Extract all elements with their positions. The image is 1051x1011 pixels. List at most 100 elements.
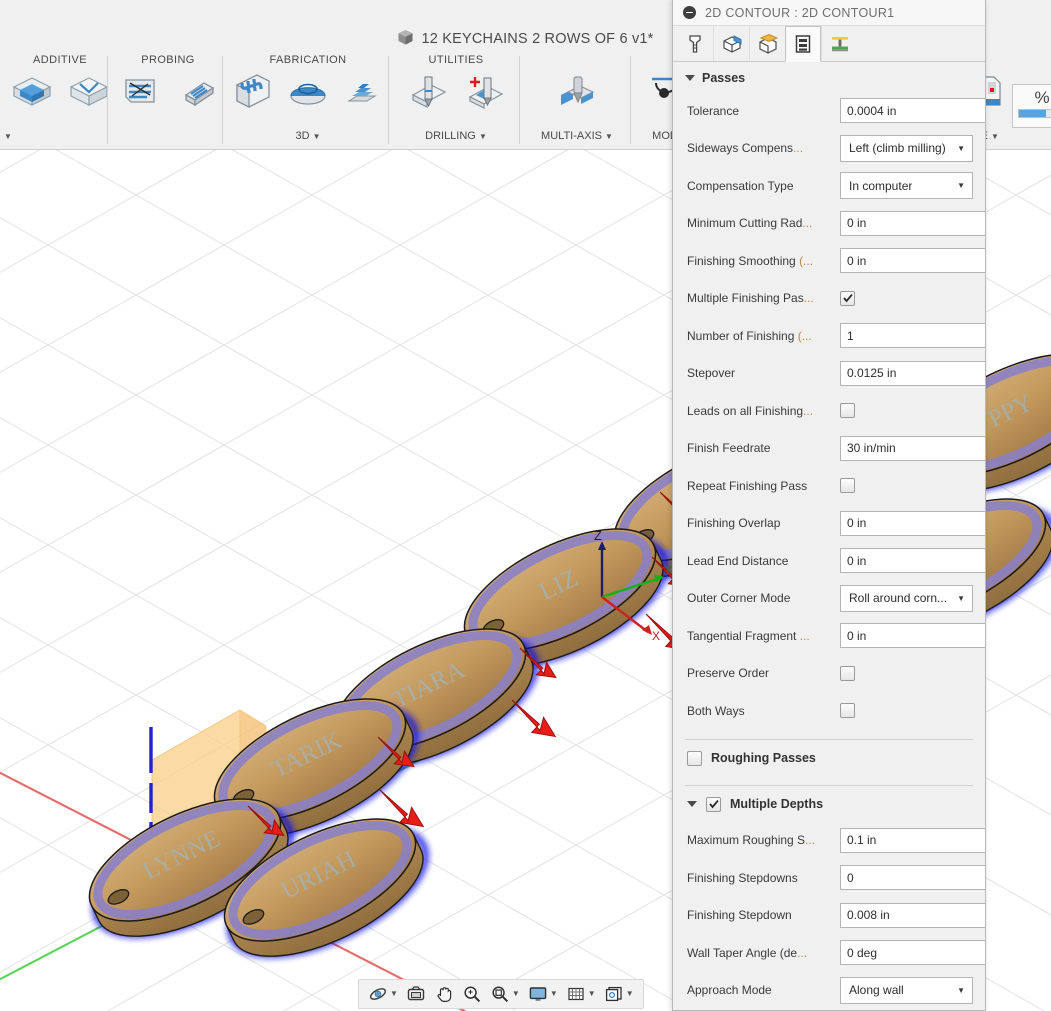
additive-group-dropdown[interactable]: ▼ xyxy=(0,128,120,144)
dialog-titlebar[interactable]: 2D CONTOUR : 2D CONTOUR1 xyxy=(673,0,985,26)
additive-build-button[interactable] xyxy=(5,71,59,116)
dropdown-value: Roll around corn... xyxy=(849,591,947,605)
param-row-finishing-stepdown: Finishing Stepdown▲▼ xyxy=(673,897,985,935)
input-tangential-fragment[interactable] xyxy=(840,623,985,648)
param-field-wrap: Roll around corn...▼ xyxy=(840,585,973,612)
drilling-dropdown[interactable]: DRILLING ▼ xyxy=(392,128,520,144)
dropdown-outer-corner-mode[interactable]: Roll around corn...▼ xyxy=(840,585,973,612)
param-row-finishing-stepdowns: Finishing Stepdowns▲▼ xyxy=(673,859,985,897)
tab-linking[interactable] xyxy=(821,26,857,61)
feed-percent-widget[interactable]: % xyxy=(1012,84,1051,128)
multiple-depths-group[interactable]: Multiple Depths xyxy=(673,786,985,822)
grid-snaps-button[interactable]: ▼ xyxy=(563,982,599,1006)
orbit-icon xyxy=(368,984,388,1004)
display-settings-button[interactable]: ▼ xyxy=(525,982,561,1006)
dropdown-compensation-type[interactable]: In computer▼ xyxy=(840,172,973,199)
checkbox-leads-on-all-finishing[interactable] xyxy=(840,403,855,418)
collapse-icon[interactable] xyxy=(683,6,696,19)
input-stepover[interactable] xyxy=(840,361,985,386)
pocket-3d-button[interactable] xyxy=(226,71,279,116)
input-maximum-roughing-s[interactable] xyxy=(840,828,985,853)
param-label-outer-corner-mode: Outer Corner Mode xyxy=(687,591,840,605)
passes-rows: Tolerance▲▼Sideways Compens...Left (clim… xyxy=(673,92,985,730)
checkbox-both-ways[interactable] xyxy=(840,703,855,718)
viewports-button[interactable]: ▼ xyxy=(601,982,637,1006)
ribbon-group-multiaxis: MULTI-AXIS ▼ xyxy=(523,52,631,150)
look-at-button[interactable] xyxy=(403,982,429,1006)
roughing-passes-checkbox[interactable] xyxy=(687,751,702,766)
param-label-compensation-type: Compensation Type xyxy=(687,179,840,193)
orbit-button[interactable]: ▼ xyxy=(365,982,401,1006)
drill-add-icon xyxy=(462,71,508,116)
param-field-wrap: Left (climb milling) ▼ xyxy=(840,135,973,162)
multi-axis-icon xyxy=(554,71,600,116)
tab-heights[interactable] xyxy=(749,26,785,61)
drill-add-button[interactable] xyxy=(458,71,512,116)
ribbon-group-fabrication-caption: FABRICATION xyxy=(226,52,390,68)
probe-surface-icon xyxy=(174,71,220,116)
tab-geometry[interactable] xyxy=(713,26,749,61)
pan-button[interactable] xyxy=(431,982,457,1006)
param-label-finishing-overlap: Finishing Overlap xyxy=(687,516,840,530)
2d-contour-dialog[interactable]: 2D CONTOUR : 2D CONTOUR1 xyxy=(672,0,986,1011)
param-field-wrap: ▲▼ xyxy=(840,323,985,348)
param-label-preserve-order: Preserve Order xyxy=(687,666,840,680)
input-finishing-smoothing[interactable] xyxy=(840,248,985,273)
input-minimum-cutting-rad[interactable] xyxy=(840,211,985,236)
roughing-passes-group[interactable]: Roughing Passes xyxy=(673,740,985,776)
document-cube-icon xyxy=(397,29,414,49)
param-field-wrap xyxy=(840,703,855,718)
ribbon-group-fabrication: FABRICATION xyxy=(226,52,390,150)
zoom-window-icon xyxy=(490,984,510,1004)
param-field-wrap: ▲▼ xyxy=(840,511,985,536)
input-number-of-finishing[interactable] xyxy=(840,323,985,348)
input-finish-feedrate[interactable] xyxy=(840,436,985,461)
probe-surface-button[interactable] xyxy=(170,71,224,116)
param-label-wall-taper-angle-de: Wall Taper Angle (de... xyxy=(687,946,840,960)
checkbox-preserve-order[interactable] xyxy=(840,666,855,681)
zoom-button[interactable] xyxy=(459,982,485,1006)
input-tolerance[interactable] xyxy=(840,98,985,123)
param-label-finish-feedrate: Finish Feedrate xyxy=(687,441,840,455)
input-wall-taper-angle-de[interactable] xyxy=(840,940,985,965)
percent-slider-track[interactable] xyxy=(1018,109,1051,118)
expand-triangle-icon xyxy=(685,75,695,81)
dropdown-sideways-compens[interactable]: Left (climb milling) ▼ xyxy=(840,135,973,162)
fabrication-3d-label: 3D xyxy=(295,130,309,142)
input-lead-end-distance[interactable] xyxy=(840,548,985,573)
multiaxis-label: MULTI-AXIS xyxy=(541,130,602,142)
multiple-depths-rows: Maximum Roughing S...▲▼Finishing Stepdow… xyxy=(673,822,985,1010)
param-label-stepover: Stepover xyxy=(687,366,840,380)
input-finishing-overlap[interactable] xyxy=(840,511,985,536)
dropdown-value: Left (climb milling) xyxy=(849,141,946,155)
multi-axis-button[interactable] xyxy=(550,71,604,116)
chevron-down-icon: ▼ xyxy=(957,144,965,153)
tab-tool[interactable] xyxy=(677,26,713,61)
passes-section-title: Passes xyxy=(702,71,745,85)
ribbon-group-probing-caption: PROBING xyxy=(112,52,224,68)
zoom-window-button[interactable]: ▼ xyxy=(487,982,523,1006)
dropdown-approach-mode[interactable]: Along wall▼ xyxy=(840,977,973,1004)
param-row-minimum-cutting-rad: Minimum Cutting Rad...▲▼ xyxy=(673,205,985,243)
input-finishing-stepdown[interactable] xyxy=(840,903,985,928)
multiaxis-dropdown[interactable]: MULTI-AXIS ▼ xyxy=(523,128,631,144)
ribbon-group-utilities: UTILITIES xyxy=(392,52,520,150)
adaptive-3d-button[interactable] xyxy=(282,71,335,116)
param-label-maximum-roughing-s: Maximum Roughing S... xyxy=(687,833,840,847)
probe-geometry-button[interactable] xyxy=(113,71,167,116)
drill-button[interactable] xyxy=(401,71,455,116)
checkbox-multiple-finishing-pas[interactable] xyxy=(840,291,855,306)
scallop-3d-button[interactable] xyxy=(337,71,390,116)
param-row-compensation-type: Compensation TypeIn computer▼ xyxy=(673,167,985,205)
checkbox-repeat-finishing-pass[interactable] xyxy=(840,478,855,493)
display-settings-icon xyxy=(528,984,548,1004)
passes-section-header[interactable]: Passes xyxy=(673,62,985,92)
svg-text:X: X xyxy=(652,629,660,643)
ribbon-separator-5 xyxy=(630,56,631,144)
input-finishing-stepdowns[interactable] xyxy=(840,865,985,890)
multiple-depths-checkbox[interactable] xyxy=(706,797,721,812)
label-truncation: (... xyxy=(799,254,813,268)
label-truncation: ... xyxy=(802,216,812,230)
tab-passes[interactable] xyxy=(785,26,821,62)
fabrication-3d-dropdown[interactable]: 3D ▼ xyxy=(226,128,390,144)
